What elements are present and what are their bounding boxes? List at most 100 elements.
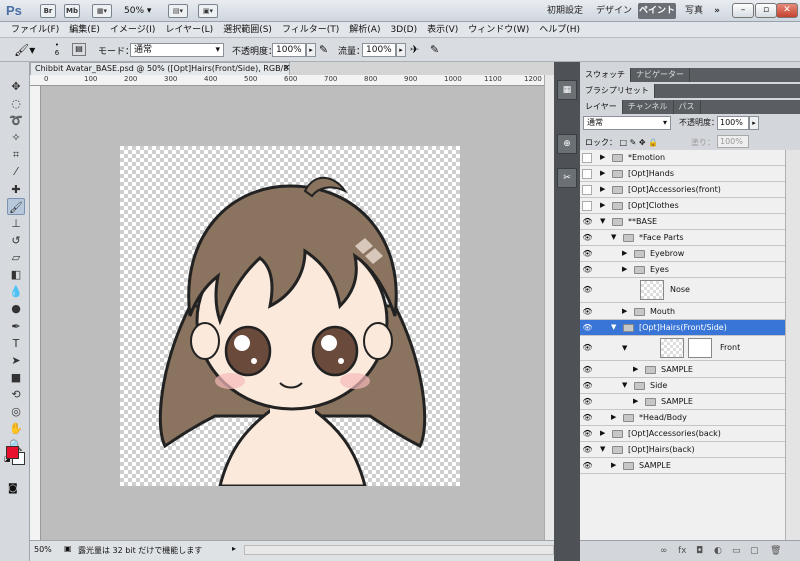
healing-brush-tool-icon[interactable]: ✚ xyxy=(7,181,25,198)
horizontal-scrollbar[interactable] xyxy=(244,545,554,555)
layer-row[interactable]: 👁 ▼ *Face Parts xyxy=(580,230,785,246)
layer-row[interactable]: ▶ [Opt]Hands xyxy=(580,166,785,182)
expand-arrow-icon[interactable]: ▶ xyxy=(611,458,619,473)
clone-source-panel-icon[interactable]: ⊕ xyxy=(557,134,577,154)
tab-navigator[interactable]: ナビゲーター xyxy=(631,68,690,82)
crop-tool-icon[interactable]: ⌗ xyxy=(7,146,25,163)
eyedropper-tool-icon[interactable]: ⁄ xyxy=(7,163,25,180)
expand-arrow-icon[interactable]: ▶ xyxy=(600,150,608,165)
status-info-icon[interactable]: ▣ xyxy=(64,544,72,553)
tab-layers[interactable]: レイヤー xyxy=(580,100,623,114)
layer-visibility-icon[interactable]: 👁 xyxy=(582,304,593,319)
tablet-pressure-opacity-icon[interactable]: ✎ xyxy=(319,43,328,56)
bridge-icon[interactable]: Br xyxy=(40,4,56,18)
workspace-painting[interactable]: ペイント xyxy=(638,3,676,19)
collapse-arrow-icon[interactable]: ▼ xyxy=(622,336,630,360)
move-tool-icon[interactable]: ✥ xyxy=(7,78,25,95)
menu-item[interactable]: レイヤー(L) xyxy=(160,22,218,37)
tab-channels[interactable]: チャンネル xyxy=(623,100,674,114)
layer-visibility-icon[interactable] xyxy=(582,185,592,195)
lock-icons[interactable]: □ ✎ ✥ 🔒 xyxy=(620,138,659,147)
layer-visibility-icon[interactable]: 👁 xyxy=(582,442,593,457)
hand-tool-icon[interactable]: ✋ xyxy=(7,420,25,437)
opacity-field[interactable]: 100% xyxy=(272,43,306,57)
menu-item[interactable]: 表示(V) xyxy=(422,22,463,37)
brush-presets-panel-icon[interactable]: ▦ xyxy=(557,80,577,100)
blend-mode-select[interactable]: 通常 ▾ xyxy=(583,116,671,130)
tablet-pressure-size-icon[interactable]: ✎ xyxy=(430,43,439,56)
document-close-icon[interactable]: × xyxy=(283,63,291,73)
expand-arrow-icon[interactable]: ▶ xyxy=(622,262,630,277)
brush-size-picker[interactable]: • 6 xyxy=(52,41,62,57)
layer-row[interactable]: ▶ *Emotion xyxy=(580,150,785,166)
new-layer-icon[interactable]: ▢ xyxy=(750,546,759,556)
layer-visibility-icon[interactable]: 👁 xyxy=(582,410,593,425)
layer-row[interactable]: 👁 ▶ SAMPLE xyxy=(580,458,785,474)
workspace-photography[interactable]: 写真 xyxy=(680,3,708,19)
layer-visibility-icon[interactable]: 👁 xyxy=(582,362,593,377)
layer-row[interactable]: 👁 ▼ Front xyxy=(580,336,785,361)
expand-arrow-icon[interactable]: ▶ xyxy=(600,198,608,213)
menu-item[interactable]: 解析(A) xyxy=(344,22,385,37)
screen-mode-icon[interactable]: ▣▾ xyxy=(198,4,218,18)
workspace-essentials[interactable]: 初期設定 xyxy=(543,3,587,19)
layer-row[interactable]: 👁 ▶ SAMPLE xyxy=(580,362,785,378)
layer-visibility-icon[interactable]: 👁 xyxy=(582,262,593,277)
layers-scrollbar[interactable] xyxy=(785,150,800,540)
menu-item[interactable]: 3D(D) xyxy=(385,22,422,37)
marquee-tool-icon[interactable]: ◌ xyxy=(7,95,25,112)
layer-row[interactable]: 👁 ▶ *Head/Body xyxy=(580,410,785,426)
arrange-documents-icon[interactable]: ▤▾ xyxy=(168,4,188,18)
status-zoom[interactable]: 50% xyxy=(34,545,52,554)
menu-item[interactable]: フィルター(T) xyxy=(277,22,344,37)
layer-visibility-icon[interactable] xyxy=(582,153,592,163)
maximize-icon[interactable]: ▫ xyxy=(755,3,777,18)
menu-item[interactable]: ウィンドウ(W) xyxy=(463,22,534,37)
tab-swatches[interactable]: スウォッチ xyxy=(580,68,631,82)
adjustment-layer-icon[interactable]: ◐ xyxy=(714,546,722,556)
artboard[interactable] xyxy=(120,146,460,486)
layer-visibility-icon[interactable]: 👁 xyxy=(582,458,593,473)
layer-style-icon[interactable]: fx xyxy=(678,546,687,556)
layer-row[interactable]: 👁 ▼ **BASE xyxy=(580,214,785,230)
3d-orbit-tool-icon[interactable]: ◎ xyxy=(7,403,25,420)
layer-opacity-field[interactable]: 100% xyxy=(717,116,749,130)
expand-arrow-icon[interactable]: ▶ xyxy=(611,410,619,425)
expand-arrow-icon[interactable]: ▶ xyxy=(600,426,608,441)
collapse-arrow-icon[interactable]: ▼ xyxy=(611,320,619,335)
document-tab[interactable]: Chibbit Avatar_BASE.psd @ 50% ([Opt]Hair… xyxy=(30,62,290,75)
delete-layer-icon[interactable]: 🗑 xyxy=(770,546,781,556)
expand-arrow-icon[interactable]: ▶ xyxy=(622,246,630,261)
expand-arrow-icon[interactable]: ▶ xyxy=(622,304,630,319)
fill-field[interactable]: 100% xyxy=(717,135,749,148)
expand-arrow-icon[interactable]: ▶ xyxy=(633,362,641,377)
layer-row[interactable]: 👁 ▼ [Opt]Hairs(Front/Side) xyxy=(580,320,785,336)
flow-slider-arrow[interactable]: ▸ xyxy=(396,43,406,57)
collapse-arrow-icon[interactable]: ▼ xyxy=(622,378,630,393)
menu-item[interactable]: ヘルプ(H) xyxy=(534,22,585,37)
zoom-select[interactable]: 50% ▾ xyxy=(124,4,164,18)
layer-row[interactable]: 👁 Nose xyxy=(580,278,785,303)
layer-row[interactable]: 👁 ▶ SAMPLE xyxy=(580,394,785,410)
flow-field[interactable]: 100% xyxy=(362,43,396,57)
layer-row[interactable]: 👁 ▶ [Opt]Accessories(back) xyxy=(580,426,785,442)
menu-item[interactable]: イメージ(I) xyxy=(105,22,161,37)
layer-row[interactable]: 👁 ▶ Eyebrow xyxy=(580,246,785,262)
menu-item[interactable]: ファイル(F) xyxy=(6,22,64,37)
brush-tool-icon[interactable]: 🖌 xyxy=(7,198,25,215)
layer-row[interactable]: ▶ [Opt]Clothes xyxy=(580,198,785,214)
expand-arrow-icon[interactable]: ▶ xyxy=(600,182,608,197)
history-brush-tool-icon[interactable]: ↺ xyxy=(7,232,25,249)
status-menu-arrow-icon[interactable]: ▸ xyxy=(232,544,236,553)
menu-item[interactable]: 編集(E) xyxy=(64,22,105,37)
link-layers-icon[interactable]: ∞ xyxy=(660,546,668,556)
layer-visibility-icon[interactable]: 👁 xyxy=(582,246,593,261)
eraser-tool-icon[interactable]: ▱ xyxy=(7,249,25,266)
blur-tool-icon[interactable]: 💧 xyxy=(7,283,25,300)
airbrush-icon[interactable]: ✈ xyxy=(410,43,419,56)
expand-arrow-icon[interactable]: ▶ xyxy=(600,166,608,181)
workspace-design[interactable]: デザイン xyxy=(594,3,634,19)
collapse-arrow-icon[interactable]: ▼ xyxy=(600,214,608,229)
brush-panel-toggle-icon[interactable]: ▤ xyxy=(72,43,86,56)
3d-rotate-tool-icon[interactable]: ⟲ xyxy=(7,386,25,403)
